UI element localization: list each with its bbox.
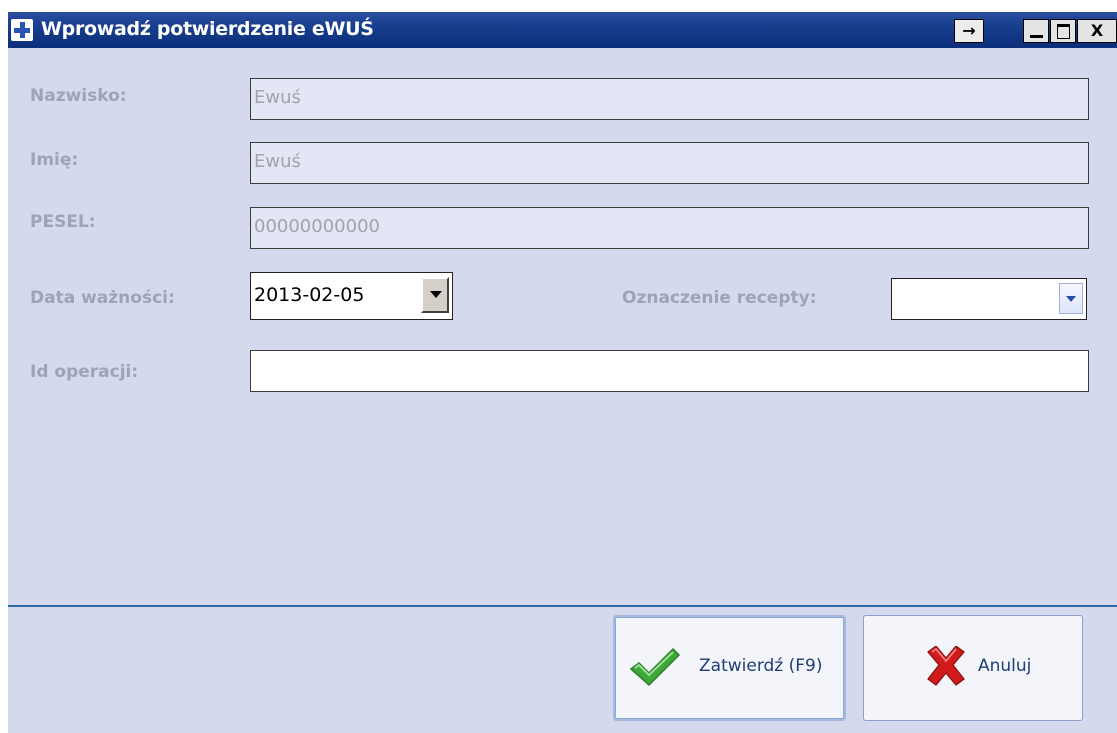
title-bar[interactable]: Wprowadź potwierdzenie eWUŚ → X bbox=[8, 12, 1117, 48]
nazwisko-field[interactable]: Ewuś bbox=[250, 78, 1089, 120]
confirm-button-label: Zatwierdź (F9) bbox=[699, 655, 823, 676]
x-icon bbox=[927, 646, 965, 686]
oznaczenie-recepty-select[interactable] bbox=[891, 278, 1087, 320]
cancel-button[interactable]: Anuluj bbox=[863, 615, 1083, 721]
id-operacji-label: Id operacji: bbox=[30, 362, 139, 382]
data-waznosci-date-picker[interactable]: 2013-02-05 bbox=[250, 272, 453, 320]
window-title: Wprowadź potwierdzenie eWUŚ bbox=[41, 18, 374, 40]
close-button[interactable]: X bbox=[1077, 19, 1117, 43]
id-operacji-input[interactable] bbox=[250, 350, 1089, 392]
data-waznosci-label: Data ważności: bbox=[30, 288, 175, 308]
check-icon bbox=[629, 647, 681, 687]
maximize-button[interactable] bbox=[1050, 19, 1076, 43]
chevron-down-icon[interactable] bbox=[1059, 283, 1083, 314]
pesel-label: PESEL: bbox=[30, 212, 96, 232]
pesel-field[interactable]: 00000000000 bbox=[250, 207, 1089, 249]
imie-label: Imię: bbox=[30, 150, 79, 170]
footer-separator bbox=[8, 605, 1117, 607]
dialog-window: Wprowadź potwierdzenie eWUŚ → X Nazwisko… bbox=[8, 12, 1117, 733]
back-arrow-button[interactable]: → bbox=[954, 19, 984, 43]
imie-field[interactable]: Ewuś bbox=[250, 142, 1089, 184]
date-dropdown-button[interactable] bbox=[421, 277, 449, 313]
maximize-icon bbox=[1057, 24, 1070, 39]
minimize-button[interactable] bbox=[1023, 19, 1049, 43]
confirm-button[interactable]: Zatwierdź (F9) bbox=[613, 615, 846, 721]
nazwisko-label: Nazwisko: bbox=[30, 86, 127, 106]
data-waznosci-value: 2013-02-05 bbox=[254, 284, 365, 306]
plus-icon bbox=[11, 19, 33, 41]
minimize-icon bbox=[1030, 35, 1043, 38]
oznaczenie-recepty-label: Oznaczenie recepty: bbox=[622, 288, 817, 308]
cancel-button-label: Anuluj bbox=[978, 655, 1032, 676]
